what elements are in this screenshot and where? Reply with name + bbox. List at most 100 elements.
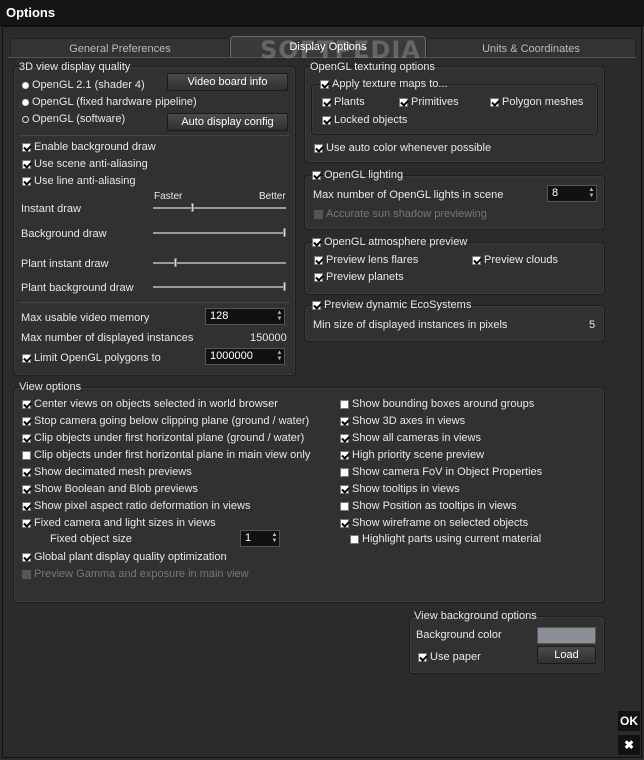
view-option-right-7-checkbox[interactable]: Show wireframe on selected objects [340,517,528,529]
background-color-swatch[interactable] [537,627,596,644]
checkbox-indicator [340,450,349,460]
tab-general-preferences[interactable]: General Preferences [10,38,230,58]
separator [18,302,290,303]
auto-display-config-button[interactable]: Auto display config [167,113,288,131]
background-options-group [409,616,605,674]
radio-opengl-software[interactable]: OpenGL (software) [22,113,125,125]
lens-flares-checkbox[interactable]: Preview lens flares [314,254,418,266]
max-instances-value: 150000 [250,332,287,344]
display-quality-title: 3D view display quality [19,61,131,73]
plant-background-draw-slider[interactable] [153,286,286,288]
max-video-memory-input[interactable]: 128 ▲ ▼ [205,308,285,325]
ok-button[interactable]: OK [618,711,640,731]
checkbox-indicator [340,399,349,409]
view-option-right-6-checkbox[interactable]: Show Position as tooltips in views [340,500,516,512]
line-antialiasing-checkbox[interactable]: Use line anti-aliasing [22,175,136,187]
view-option-left-2-checkbox[interactable]: Clip objects under first horizontal plan… [22,432,304,444]
enable-background-draw-checkbox[interactable]: Enable background draw [22,141,156,153]
max-video-memory-label: Max usable video memory [21,312,150,324]
plant-instant-draw-slider-knob[interactable] [173,258,177,267]
view-option-right-5-checkbox[interactable]: Show tooltips in views [340,483,460,495]
view-options-title: View options [19,381,82,393]
checkbox-indicator [322,115,331,125]
scene-antialiasing-checkbox[interactable]: Use scene anti-aliasing [22,158,148,170]
texture-polygon-meshes-checkbox[interactable]: Polygon meshes [490,96,583,108]
apply-texture-maps-checkbox[interactable]: Apply texture maps to... [320,78,448,90]
checkbox-indicator [340,518,349,528]
radio-indicator [22,81,29,89]
checkbox-indicator [22,552,31,562]
min-instance-size-value: 5 [589,319,596,331]
plant-background-draw-slider-knob[interactable] [283,282,286,291]
spinner-arrows-icon[interactable]: ▲ ▼ [588,187,595,199]
view-option-left-0-checkbox[interactable]: Center views on objects selected in worl… [22,398,278,410]
checkbox-indicator [350,534,359,544]
checkbox-indicator [22,433,31,443]
radio-opengl-fixed[interactable]: OpenGL (fixed hardware pipeline) [22,96,197,108]
limit-polygons-input[interactable]: 1000000 ▲ ▼ [205,348,285,365]
background-draw-slider-knob[interactable] [283,228,286,237]
radio-opengl-shader[interactable]: OpenGL 2.1 (shader 4) [22,79,145,91]
checkbox-indicator [22,450,31,460]
background-draw-slider[interactable] [153,232,286,234]
spinner-arrows-icon[interactable]: ▲ ▼ [271,532,278,544]
checkbox-indicator [399,97,408,107]
view-option-left-5-checkbox[interactable]: Show Boolean and Blob previews [22,483,198,495]
preview-gamma-checkbox: Preview Gamma and exposure in main view [22,568,249,580]
checkbox-indicator [490,97,499,107]
background-draw-label: Background draw [21,228,107,240]
checkbox-indicator [340,484,349,494]
opengl-lighting-checkbox[interactable]: OpenGL lighting [312,169,403,181]
checkbox-indicator [314,255,323,265]
texture-primitives-checkbox[interactable]: Primitives [399,96,459,108]
checkbox-indicator [340,501,349,511]
separator [18,135,290,136]
close-icon[interactable]: ✖ [618,735,640,755]
view-option-left-3-checkbox[interactable]: Clip objects under first horizontal plan… [22,449,310,461]
preview-planets-checkbox[interactable]: Preview planets [314,271,404,283]
checkbox-indicator [322,97,331,107]
dynamic-ecosystems-checkbox[interactable]: Preview dynamic EcoSystems [312,299,471,311]
preview-clouds-checkbox[interactable]: Preview clouds [472,254,558,266]
spinner-arrows-icon[interactable]: ▲ ▼ [276,350,283,362]
fixed-object-size-input[interactable]: 1 ▲ ▼ [240,530,280,547]
background-options-title: View background options [414,610,537,622]
load-button[interactable]: Load [537,646,596,664]
max-instances-label: Max number of displayed instances [21,332,194,344]
checkbox-indicator [340,467,349,477]
video-board-info-button[interactable]: Video board info [167,73,288,91]
view-option-left-6-checkbox[interactable]: Show pixel aspect ratio deformation in v… [22,500,250,512]
plant-instant-draw-label: Plant instant draw [21,258,109,270]
sun-shadow-checkbox: Accurate sun shadow previewing [314,208,487,220]
checkbox-indicator [22,353,31,363]
checkbox-indicator [22,484,31,494]
view-option-right-3-checkbox[interactable]: High priority scene preview [340,449,484,461]
atmosphere-preview-checkbox[interactable]: OpenGL atmosphere preview [312,236,467,248]
checkbox-indicator [314,143,323,153]
instant-draw-slider[interactable] [153,207,286,209]
texture-locked-objects-checkbox[interactable]: Locked objects [322,114,407,126]
slider-faster-label: Faster [154,191,183,202]
tab-units-coordinates[interactable]: Units & Coordinates [426,38,636,58]
texture-plants-checkbox[interactable]: Plants [322,96,365,108]
auto-color-checkbox[interactable]: Use auto color whenever possible [314,142,491,154]
limit-polygons-checkbox[interactable]: Limit OpenGL polygons to [22,352,161,364]
view-option-right-2-checkbox[interactable]: Show all cameras in views [340,432,481,444]
view-option-right-4-checkbox[interactable]: Show camera FoV in Object Properties [340,466,542,478]
use-paper-checkbox[interactable]: Use paper [418,651,481,663]
max-lights-input[interactable]: 8 ▲ ▼ [547,185,597,202]
atmosphere-group [304,242,605,295]
min-instance-size-label: Min size of displayed instances in pixel… [313,319,508,331]
fixed-object-size-label: Fixed object size [50,533,132,545]
checkbox-indicator [340,416,349,426]
view-option-left-4-checkbox[interactable]: Show decimated mesh previews [22,466,192,478]
instant-draw-slider-knob[interactable] [190,203,194,212]
view-option-left-1-checkbox[interactable]: Stop camera going below clipping plane (… [22,415,309,427]
spinner-arrows-icon[interactable]: ▲ ▼ [276,310,283,322]
highlight-parts-checkbox[interactable]: Highlight parts using current material [350,533,541,545]
global-plant-quality-checkbox[interactable]: Global plant display quality optimizatio… [22,551,227,563]
view-option-left-7-checkbox[interactable]: Fixed camera and light sizes in views [22,517,216,529]
texture-maps-subgroup [311,84,598,135]
view-option-right-1-checkbox[interactable]: Show 3D axes in views [340,415,465,427]
view-option-right-0-checkbox[interactable]: Show bounding boxes around groups [340,398,534,410]
